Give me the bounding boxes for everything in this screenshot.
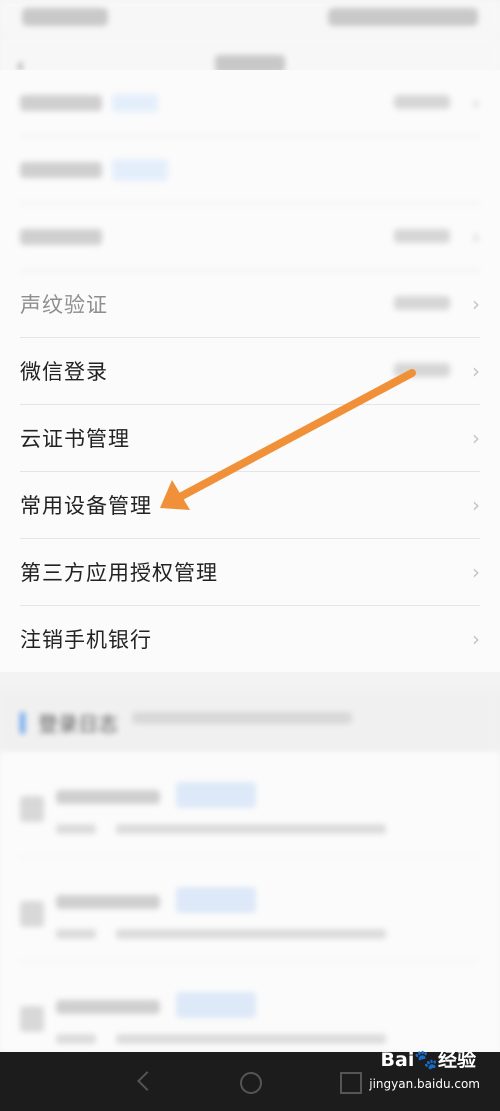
section-accent-bar <box>20 712 25 734</box>
row-status <box>394 228 450 247</box>
settings-row-cloud-cert[interactable]: 云证书管理 › <box>20 405 480 472</box>
log-line <box>116 929 386 939</box>
settings-row-third-party-auth[interactable]: 第三方应用授权管理 › <box>20 539 480 606</box>
log-line <box>116 824 386 834</box>
settings-row-cancel-mobile-banking[interactable]: 注销手机银行 › <box>20 606 480 672</box>
settings-row-blurred-1[interactable]: › <box>20 70 480 137</box>
log-item <box>20 857 480 962</box>
status-indicators <box>328 8 478 26</box>
baidu-jingyan-watermark: Bai🐾经验 <box>380 1049 476 1071</box>
log-item <box>20 752 480 857</box>
row-label: 注销手机银行 <box>20 628 152 652</box>
log-title <box>56 790 160 804</box>
chevron-right-icon: › <box>472 560 480 584</box>
status-bar <box>0 0 500 36</box>
log-line <box>56 929 96 939</box>
device-icon <box>20 796 44 822</box>
section-subtitle <box>132 712 352 728</box>
recents-nav-icon[interactable] <box>340 1072 362 1094</box>
status-time <box>22 8 108 26</box>
chevron-right-icon: › <box>472 359 480 383</box>
chevron-right-icon: › <box>472 426 480 450</box>
log-line <box>56 1034 96 1044</box>
chevron-right-icon: › <box>472 627 480 651</box>
row-label: 云证书管理 <box>20 427 130 451</box>
settings-row-wechat-login[interactable]: 微信登录 › <box>20 338 480 405</box>
settings-row-voiceprint[interactable]: 声纹验证 › <box>20 271 480 338</box>
settings-row-blurred-3[interactable]: › <box>20 204 480 271</box>
row-status <box>394 94 450 113</box>
settings-row-blurred-2[interactable] <box>20 137 480 204</box>
home-nav-icon[interactable] <box>240 1072 262 1094</box>
log-badge <box>176 887 256 913</box>
back-nav-icon[interactable] <box>137 1071 157 1091</box>
log-line <box>116 1034 386 1044</box>
login-log-header: 登录日志 <box>0 690 500 752</box>
log-badge <box>176 992 256 1018</box>
row-label: 声纹验证 <box>20 293 108 317</box>
log-title <box>56 1000 160 1014</box>
chevron-right-icon: › <box>472 292 480 316</box>
log-title <box>56 895 160 909</box>
device-icon <box>20 901 44 927</box>
row-label: 微信登录 <box>20 360 108 384</box>
device-icon <box>20 1006 44 1032</box>
row-tag <box>112 94 158 112</box>
chevron-right-icon: › <box>472 225 480 249</box>
section-title: 登录日志 <box>38 712 118 736</box>
row-status <box>394 295 450 314</box>
row-label: 常用设备管理 <box>20 494 152 518</box>
row-status <box>394 362 450 381</box>
row-tag <box>112 159 168 181</box>
security-settings-list: › › 声纹验证 › 微信登录 › 云证书管理 › 常用设备管理 › 第三方应用… <box>0 70 500 672</box>
row-label-placeholder <box>20 95 102 111</box>
watermark-url: jingyan.baidu.com <box>369 1077 480 1091</box>
log-line <box>56 824 96 834</box>
row-label-placeholder <box>20 229 102 245</box>
row-label-placeholder <box>20 162 102 178</box>
chevron-right-icon: › <box>472 493 480 517</box>
settings-row-device-management[interactable]: 常用设备管理 › <box>20 472 480 539</box>
log-badge <box>176 782 256 808</box>
chevron-right-icon: › <box>472 91 480 115</box>
row-label: 第三方应用授权管理 <box>20 561 218 585</box>
login-log-list <box>0 752 500 1052</box>
